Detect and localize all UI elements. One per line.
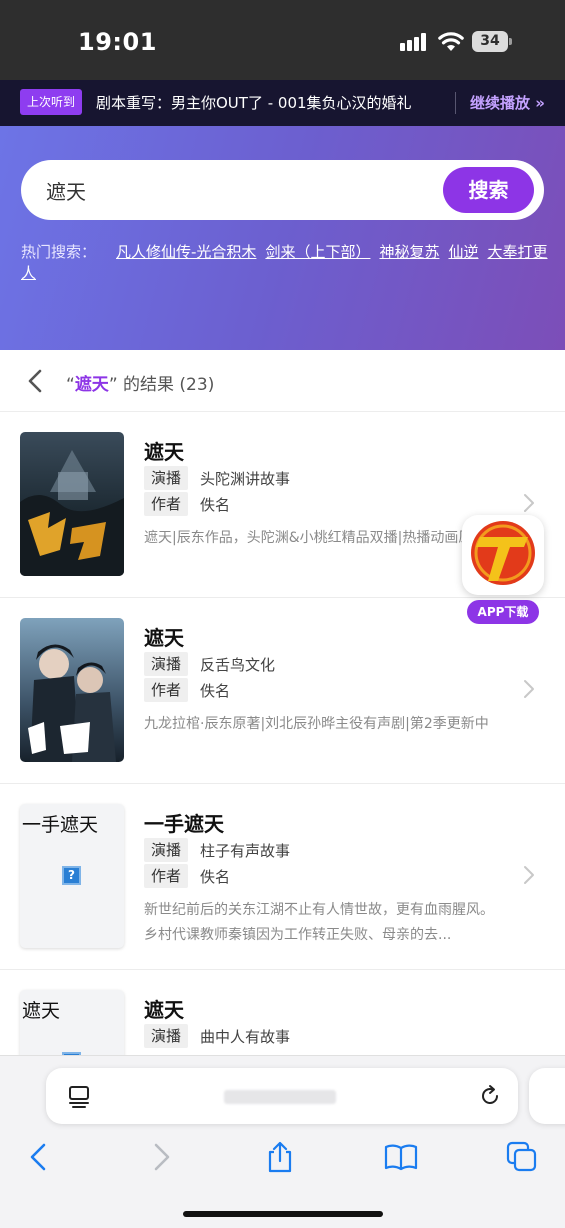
app-logo-icon <box>471 521 535 585</box>
search-hero: 搜索 热门搜索：凡人修仙传-光合积木剑来（上下部）神秘复苏仙逆大奉打更人 <box>0 126 565 350</box>
performer-label: 演播 <box>144 466 188 490</box>
wifi-icon <box>438 32 464 51</box>
recent-tag: 上次听到 <box>20 89 83 115</box>
result-item[interactable]: 遮天 演播 反舌鸟文化 作者 佚名 九龙拉棺·辰东原著|刘北辰孙晔主役有声剧|第… <box>0 598 565 784</box>
cover-title-text: 一手遮天 <box>22 814 99 836</box>
author-name: 佚名 <box>200 682 231 700</box>
book-cover[interactable] <box>20 432 124 576</box>
result-item[interactable]: 一手遮天 ? 一手遮天 演播 柱子有声故事 作者 佚名 新世纪前后的关东江湖不止… <box>0 784 565 970</box>
chevron-right-icon <box>524 866 534 884</box>
home-indicator <box>183 1211 383 1217</box>
url-text[interactable] <box>224 1090 336 1104</box>
app-download-button[interactable]: APP下载 <box>467 600 539 624</box>
tabs-icon[interactable] <box>505 1140 539 1174</box>
result-title[interactable]: 遮天 <box>144 622 184 651</box>
results-count: “遮天” 的结果 (23) <box>66 370 214 395</box>
battery-icon: 34 <box>472 31 512 52</box>
book-cover-placeholder[interactable]: 一手遮天 ? <box>20 804 124 948</box>
back-arrow-icon[interactable] <box>24 368 46 394</box>
status-time: 19:01 <box>78 28 157 56</box>
chevron-right-icon <box>524 494 534 512</box>
recent-title[interactable]: 剧本重写：男主你OUT了 - 001集负心汉的婚礼 <box>96 92 412 113</box>
performer-name: 头陀渊讲故事 <box>200 470 291 488</box>
hot-search-item[interactable]: 凡人修仙传-光合积木 <box>116 243 256 261</box>
hot-search-item[interactable]: 神秘复苏 <box>379 243 439 261</box>
performer-label: 演播 <box>144 838 188 862</box>
status-bar: 19:01 34 <box>0 0 565 80</box>
app-logo-button[interactable] <box>462 515 544 595</box>
recent-listen-bar[interactable]: 上次听到 剧本重写：男主你OUT了 - 001集负心汉的婚礼 继续播放 » <box>0 80 565 126</box>
search-button[interactable]: 搜索 <box>443 167 534 213</box>
address-bar[interactable] <box>46 1068 518 1124</box>
performer-name: 柱子有声故事 <box>200 842 291 860</box>
performer-label: 演播 <box>144 1024 188 1048</box>
open-quote: “ <box>66 375 75 395</box>
next-tab-preview[interactable] <box>529 1068 565 1124</box>
author-label: 作者 <box>144 678 188 702</box>
book-cover[interactable] <box>20 618 124 762</box>
cover-art-image <box>20 618 124 762</box>
share-icon[interactable] <box>263 1140 297 1174</box>
browser-toolbar <box>0 1055 565 1228</box>
results-header: “遮天” 的结果 (23) <box>0 350 565 412</box>
search-box: 搜索 <box>21 160 544 220</box>
hot-search-item[interactable]: 仙逆 <box>448 243 478 261</box>
search-input[interactable] <box>46 174 436 206</box>
battery-level: 34 <box>472 31 508 52</box>
broken-image-icon: ? <box>62 866 81 885</box>
performer-label: 演播 <box>144 652 188 676</box>
hot-search: 热门搜索： 凡人修仙传-光合积木 剑来（上下部） 神秘复苏 仙逆 大奉打更人 <box>21 242 551 284</box>
author-name: 佚名 <box>200 496 231 514</box>
author-name: 佚名 <box>200 868 231 886</box>
result-description: 遮天|辰东作品，头陀渊&小桃红精品双播|热播动画原著 <box>144 530 487 546</box>
cover-title-text: 遮天 <box>22 1000 61 1022</box>
result-title[interactable]: 遮天 <box>144 994 184 1023</box>
results-suffix: ” 的结果 (23) <box>108 375 215 395</box>
result-title[interactable]: 遮天 <box>144 436 184 465</box>
chevron-right-icon <box>524 680 534 698</box>
performer-name: 反舌鸟文化 <box>200 656 276 674</box>
result-description: 新世纪前后的关东江湖不止有人情世故，更有血雨腥风。乡村代课教师秦镇因为工作转正失… <box>144 902 494 943</box>
cellular-signal-icon <box>400 33 430 51</box>
page-menu-icon[interactable] <box>68 1085 90 1109</box>
back-icon[interactable] <box>22 1140 56 1174</box>
performer-name: 曲中人有故事 <box>200 1028 291 1046</box>
author-label: 作者 <box>144 492 188 516</box>
hot-search-item[interactable]: 剑来（上下部） <box>265 243 370 261</box>
results-keyword: 遮天 <box>74 375 109 395</box>
continue-play-button[interactable]: 继续播放 » <box>470 92 545 113</box>
cover-art-image <box>20 432 124 576</box>
hot-search-label: 热门搜索： <box>21 243 97 261</box>
result-description: 九龙拉棺·辰东原著|刘北辰孙晔主役有声剧|第2季更新中 <box>144 716 489 732</box>
divider <box>455 92 456 114</box>
result-title[interactable]: 一手遮天 <box>144 808 224 837</box>
reload-icon[interactable] <box>478 1084 502 1108</box>
author-label: 作者 <box>144 864 188 888</box>
bookmarks-icon[interactable] <box>384 1140 418 1174</box>
forward-icon[interactable] <box>144 1140 178 1174</box>
